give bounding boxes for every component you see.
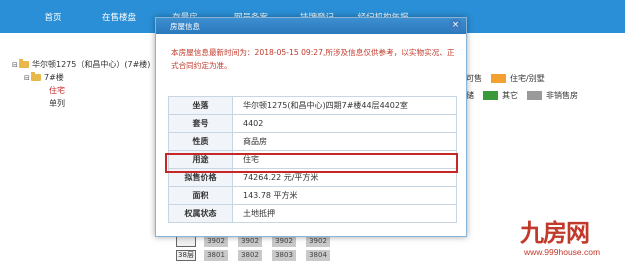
folder-icon (31, 72, 41, 81)
tree-use-label: 住宅 (49, 86, 65, 95)
legend-not-sale: 非销售房 (527, 90, 578, 101)
field-label: 性质 (168, 132, 233, 151)
price-highlight-box (165, 153, 458, 173)
floor-label: 38层 (176, 250, 196, 261)
close-icon[interactable]: × (449, 19, 462, 32)
unit-cell[interactable]: 3801 (204, 250, 228, 261)
folder-icon (19, 59, 29, 68)
dialog-header: 房屋信息 × (156, 18, 466, 34)
field-label: 权属状态 (168, 204, 233, 223)
tree-project-label: 华尔顿1275（和昌中心）(7#楼) (32, 60, 151, 69)
field-label: 坐落 (168, 96, 233, 115)
field-value: 143.78 平方米 (232, 186, 457, 205)
floor-row: 38层 3801 3802 3803 3804 (176, 250, 340, 261)
status-legend: 不可售 住宅/别墅 仓储 其它 非销售房 (458, 70, 625, 104)
tree-list[interactable]: 单列 (12, 97, 162, 110)
building-tree: ⊟ 华尔顿1275（和昌中心）(7#楼) ⊟ 7#楼 住宅 单列 (12, 58, 162, 110)
tree-use-residential[interactable]: 住宅 (12, 84, 162, 97)
tree-list-label: 单列 (49, 99, 65, 108)
field-value: 商品房 (232, 132, 457, 151)
dialog-title: 房屋信息 (170, 21, 200, 31)
table-row: 权属状态 土地抵押 (168, 204, 457, 223)
legend-swatch (483, 91, 498, 100)
table-row: 套号 4402 (168, 114, 457, 133)
house-info-dialog: 房屋信息 × 本房屋信息最新时间为：2018-05-15 09:27,所涉及信息… (155, 17, 467, 237)
unit-grid: 3902 3902 3902 3902 38层 3801 3802 3803 3… (176, 236, 340, 261)
nav-on-sale[interactable]: 在售楼盘 (86, 11, 152, 23)
collapse-icon[interactable]: ⊟ (12, 61, 19, 69)
table-row: 面积 143.78 平方米 (168, 186, 457, 205)
field-value: 土地抵押 (232, 204, 457, 223)
table-row: 性质 商品房 (168, 132, 457, 151)
floor-label (176, 236, 196, 247)
legend-swatch (527, 91, 542, 100)
info-notice: 本房屋信息最新时间为：2018-05-15 09:27,所涉及信息仅供参考，以实… (171, 48, 455, 70)
field-value: 华尔顿1275(和昌中心)四期7#楼44层4402室 (232, 96, 457, 115)
floor-row: 3902 3902 3902 3902 (176, 236, 340, 247)
unit-cell[interactable]: 3902 (238, 236, 262, 247)
collapse-icon[interactable]: ⊟ (24, 74, 31, 82)
unit-cell[interactable]: 3902 (204, 236, 228, 247)
tree-project[interactable]: ⊟ 华尔顿1275（和昌中心）(7#楼) (12, 58, 162, 71)
watermark-url: www.999house.com (524, 247, 601, 257)
legend-swatch (491, 74, 506, 83)
tree-building-label: 7#楼 (44, 73, 64, 82)
site-watermark: 九房网 www.999house.com (520, 213, 625, 261)
tree-building[interactable]: ⊟ 7#楼 (12, 71, 162, 84)
legend-other: 其它 (483, 90, 518, 101)
field-value: 4402 (232, 114, 457, 133)
unit-cell[interactable]: 3902 (272, 236, 296, 247)
watermark-logo: 九房网 (520, 218, 590, 247)
unit-cell[interactable]: 3803 (272, 250, 296, 261)
legend-residential: 住宅/别墅 (491, 73, 545, 84)
unit-cell[interactable]: 3902 (306, 236, 330, 247)
nav-home[interactable]: 首页 (20, 11, 86, 23)
table-row: 坐落 华尔顿1275(和昌中心)四期7#楼44层4402室 (168, 96, 457, 115)
unit-cell[interactable]: 3804 (306, 250, 330, 261)
field-label: 面积 (168, 186, 233, 205)
field-label: 套号 (168, 114, 233, 133)
unit-cell[interactable]: 3802 (238, 250, 262, 261)
